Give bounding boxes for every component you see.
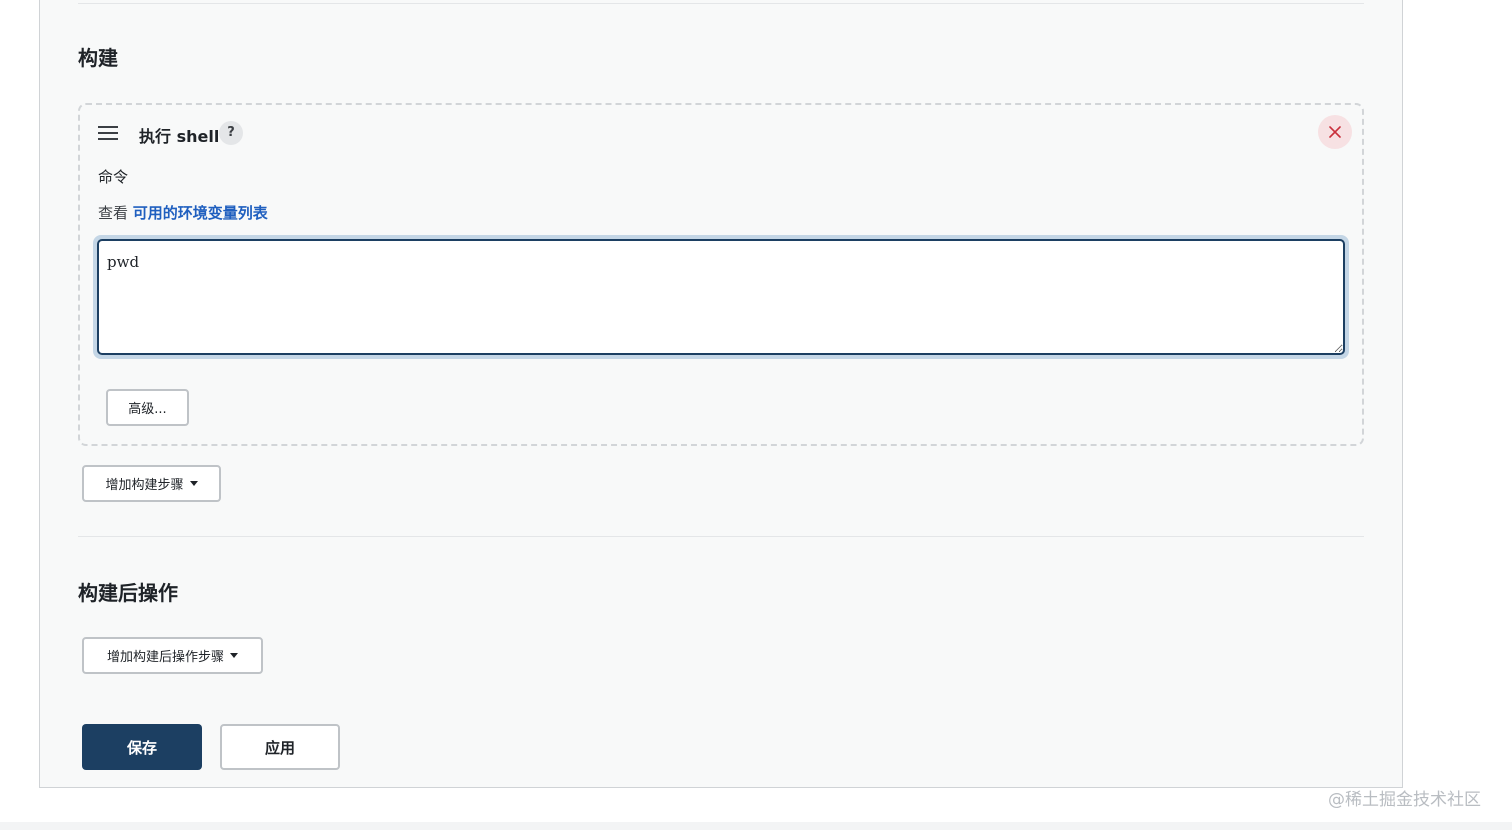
command-textarea[interactable]: pwd xyxy=(97,239,1345,355)
build-section-title: 构建 xyxy=(78,46,118,70)
add-build-step-button[interactable]: 增加构建步骤 xyxy=(82,465,221,502)
advanced-label: 高级... xyxy=(128,402,167,417)
delete-step-button[interactable] xyxy=(1318,115,1352,149)
bottom-strip xyxy=(0,822,1512,830)
apply-button[interactable]: 应用 xyxy=(220,724,340,770)
add-post-build-step-label: 增加构建后操作步骤 xyxy=(106,650,224,665)
watermark: @稀土掘金技术社区 xyxy=(1328,790,1481,810)
save-button[interactable]: 保存 xyxy=(82,724,202,770)
caret-down-icon xyxy=(230,653,238,658)
post-build-section-title: 构建后操作 xyxy=(78,581,178,605)
drag-handle-icon[interactable] xyxy=(98,126,118,140)
help-icon[interactable]: ? xyxy=(219,121,243,145)
env-prefix: 查看 xyxy=(98,204,133,222)
caret-down-icon xyxy=(189,481,198,486)
close-icon xyxy=(1329,126,1341,138)
command-focus-ring: pwd xyxy=(93,235,1349,359)
step-title: 执行 shell xyxy=(139,127,220,146)
env-vars-link[interactable]: 可用的环境变量列表 xyxy=(133,204,268,222)
add-post-build-step-button[interactable]: 增加构建后操作步骤 xyxy=(82,637,263,674)
section-divider xyxy=(78,536,1364,537)
command-label: 命令 xyxy=(98,168,129,186)
advanced-button[interactable]: 高级... xyxy=(106,389,189,426)
add-build-step-label: 增加构建步骤 xyxy=(105,478,184,493)
top-divider xyxy=(78,3,1364,4)
env-vars-line: 查看 可用的环境变量列表 xyxy=(98,202,268,223)
